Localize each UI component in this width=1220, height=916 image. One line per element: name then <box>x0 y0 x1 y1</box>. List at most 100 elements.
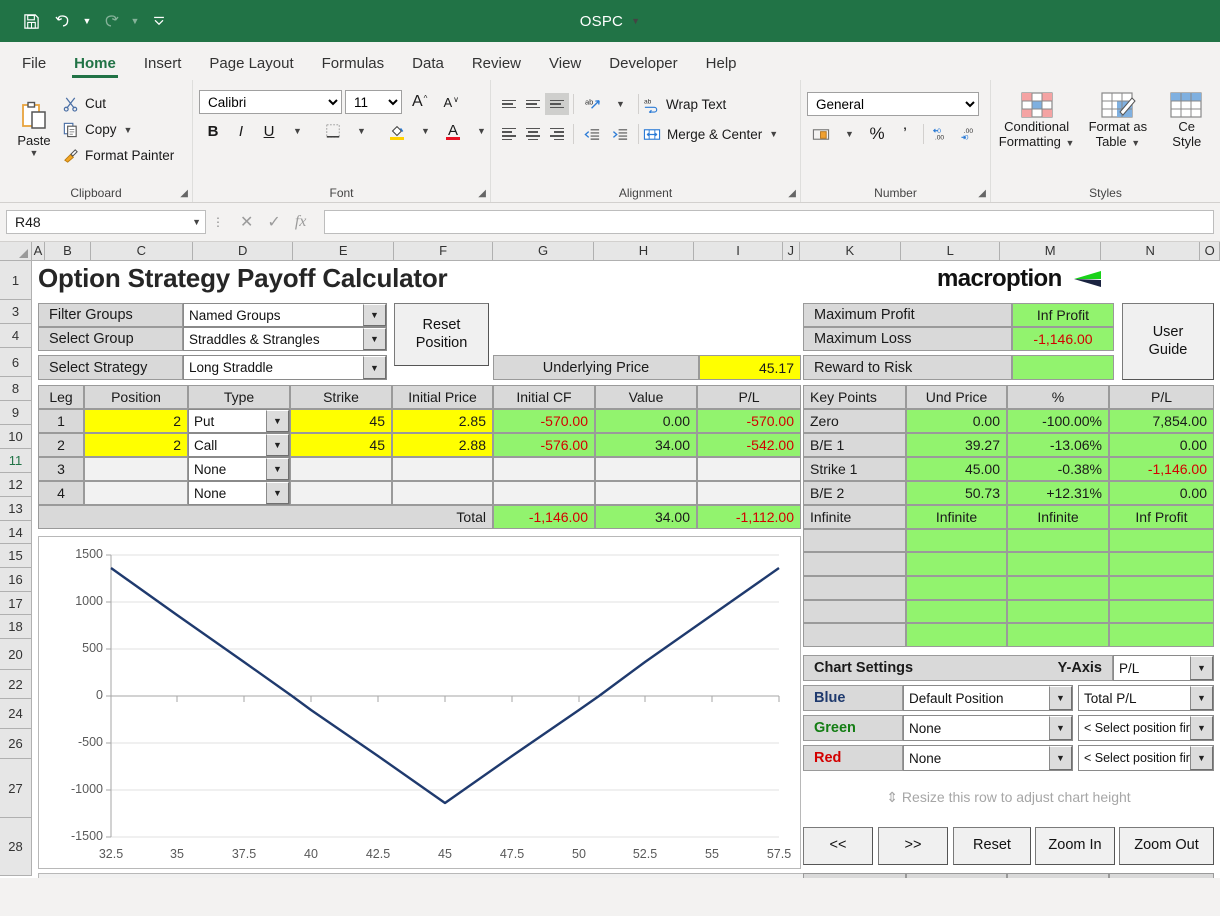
leg-1-position[interactable]: 2 <box>84 409 188 433</box>
column-header-F[interactable]: F <box>394 242 494 260</box>
underline-dropdown-icon[interactable]: ▼ <box>283 119 311 143</box>
column-header-M[interactable]: M <box>1000 242 1101 260</box>
tab-developer[interactable]: Developer <box>595 51 691 80</box>
alignment-dialog-launcher-icon[interactable]: ◢ <box>788 188 796 199</box>
column-header-D[interactable]: D <box>193 242 294 260</box>
leg-2-initial-price[interactable]: 2.88 <box>392 433 493 457</box>
row-header-6[interactable]: 6 <box>0 348 31 377</box>
leg-2-strike[interactable]: 45 <box>290 433 392 457</box>
redo-icon[interactable] <box>96 7 126 35</box>
column-header-K[interactable]: K <box>800 242 902 260</box>
leg-3-type-select[interactable]: None ▼ <box>188 457 290 481</box>
merge-center-dropdown-icon[interactable]: ▼ <box>769 129 778 139</box>
row-header-4[interactable]: 4 <box>0 324 31 348</box>
name-box-dropdown-icon[interactable]: ▼ <box>192 217 201 227</box>
font-dialog-launcher-icon[interactable]: ◢ <box>478 188 486 199</box>
leg-4-initial-price[interactable] <box>392 481 493 505</box>
series-red-metric-chevron-down-icon[interactable]: ▼ <box>1190 746 1213 770</box>
document-title-dropdown-icon[interactable]: ▼ <box>631 16 640 26</box>
user-guide-button[interactable]: User Guide <box>1122 303 1214 380</box>
increase-indent-button[interactable] <box>606 122 634 146</box>
row-header-28[interactable]: 28 <box>0 818 31 876</box>
row-header-3[interactable]: 3 <box>0 300 31 324</box>
column-header-O[interactable]: O <box>1200 242 1220 260</box>
y-axis-select[interactable]: P/L ▼ <box>1113 655 1214 681</box>
save-icon[interactable] <box>16 7 46 35</box>
confirm-entry-icon[interactable]: ✓ <box>267 212 280 232</box>
series-blue-metric-chevron-down-icon[interactable]: ▼ <box>1190 686 1213 710</box>
leg-3-position[interactable] <box>84 457 188 481</box>
fill-color-dropdown-icon[interactable]: ▼ <box>411 119 439 143</box>
select-group-select[interactable]: Straddles & Strangles ▼ <box>183 327 387 351</box>
select-group-chevron-down-icon[interactable]: ▼ <box>363 328 386 350</box>
align-top-button[interactable] <box>497 93 521 115</box>
align-left-button[interactable] <box>497 123 521 145</box>
row-header-1[interactable]: 1 <box>0 261 31 300</box>
series-red-position-select[interactable]: None ▼ <box>903 745 1073 771</box>
increase-decimal-button[interactable]: 0.00 <box>928 122 956 146</box>
increase-font-size-button[interactable]: A ^ <box>405 90 433 114</box>
cell-styles-button[interactable]: Ce Style <box>1160 90 1214 150</box>
series-red-position-chevron-down-icon[interactable]: ▼ <box>1049 746 1072 770</box>
format-painter-button[interactable]: Format Painter <box>62 144 174 167</box>
orientation-dropdown-icon[interactable]: ▼ <box>606 92 634 116</box>
undo-dropdown-icon[interactable]: ▼ <box>80 7 94 35</box>
chart-next-button[interactable]: >> <box>878 827 948 865</box>
accounting-format-button[interactable] <box>807 122 835 146</box>
row-header-24[interactable]: 24 <box>0 699 31 729</box>
tab-file[interactable]: File <box>8 51 60 80</box>
leg-2-type-chevron-down-icon[interactable]: ▼ <box>266 434 289 456</box>
select-all-corner[interactable] <box>0 242 32 260</box>
font-size-select[interactable]: 11 <box>345 90 402 114</box>
italic-button[interactable]: I <box>227 119 255 143</box>
row-header-26[interactable]: 26 <box>0 729 31 759</box>
series-green-position-select[interactable]: None ▼ <box>903 715 1073 741</box>
borders-button[interactable] <box>319 119 347 143</box>
series-red-metric-select[interactable]: < Select position first ▼ <box>1078 745 1214 771</box>
chart-zoom-out-button[interactable]: Zoom Out <box>1119 827 1214 865</box>
paste-button[interactable]: Paste ▼ <box>6 98 62 158</box>
y-axis-chevron-down-icon[interactable]: ▼ <box>1190 656 1213 680</box>
undo-icon[interactable] <box>48 7 78 35</box>
column-header-N[interactable]: N <box>1101 242 1201 260</box>
leg-4-position[interactable] <box>84 481 188 505</box>
filter-groups-select[interactable]: Named Groups ▼ <box>183 303 387 327</box>
row-header-16[interactable]: 16 <box>0 568 31 592</box>
series-blue-position-select[interactable]: Default Position ▼ <box>903 685 1073 711</box>
row-header-15[interactable]: 15 <box>0 544 31 568</box>
column-header-A[interactable]: A <box>32 242 46 260</box>
copy-button[interactable]: Copy ▼ <box>62 118 174 141</box>
customize-quick-access-toolbar-icon[interactable] <box>144 7 174 35</box>
align-right-button[interactable] <box>545 123 569 145</box>
series-green-position-chevron-down-icon[interactable]: ▼ <box>1049 716 1072 740</box>
column-header-L[interactable]: L <box>901 242 1001 260</box>
series-blue-metric-select[interactable]: Total P/L ▼ <box>1078 685 1214 711</box>
chart-zoom-in-button[interactable]: Zoom In <box>1035 827 1115 865</box>
tab-help[interactable]: Help <box>692 51 751 80</box>
borders-dropdown-icon[interactable]: ▼ <box>347 119 375 143</box>
row-header-22[interactable]: 22 <box>0 670 31 699</box>
wrap-text-button[interactable]: ab Wrap Text <box>643 92 726 116</box>
series-blue-position-chevron-down-icon[interactable]: ▼ <box>1049 686 1072 710</box>
tab-formulas[interactable]: Formulas <box>308 51 399 80</box>
filter-groups-chevron-down-icon[interactable]: ▼ <box>363 304 386 326</box>
row-header-27[interactable]: 27 <box>0 759 31 818</box>
comma-style-button[interactable]: ’ <box>891 122 919 146</box>
column-header-C[interactable]: C <box>91 242 194 260</box>
formula-bar-handle[interactable]: ⋮ <box>212 215 224 229</box>
tab-view[interactable]: View <box>535 51 595 80</box>
column-header-B[interactable]: B <box>45 242 91 260</box>
row-header-17[interactable]: 17 <box>0 592 31 615</box>
leg-4-strike[interactable] <box>290 481 392 505</box>
column-header-G[interactable]: G <box>493 242 594 260</box>
select-strategy-select[interactable]: Long Straddle ▼ <box>183 355 387 380</box>
format-as-table-button[interactable]: Format as Table ▼ <box>1078 90 1157 150</box>
decrease-indent-button[interactable] <box>578 122 606 146</box>
leg-1-strike[interactable]: 45 <box>290 409 392 433</box>
align-center-button[interactable] <box>521 123 545 145</box>
conditional-formatting-button[interactable]: Conditional Formatting ▼ <box>997 90 1076 150</box>
formula-input[interactable] <box>324 210 1214 234</box>
name-box[interactable]: R48 ▼ <box>6 210 206 234</box>
row-header-18[interactable]: 18 <box>0 615 31 639</box>
font-name-select[interactable]: Calibri <box>199 90 342 114</box>
